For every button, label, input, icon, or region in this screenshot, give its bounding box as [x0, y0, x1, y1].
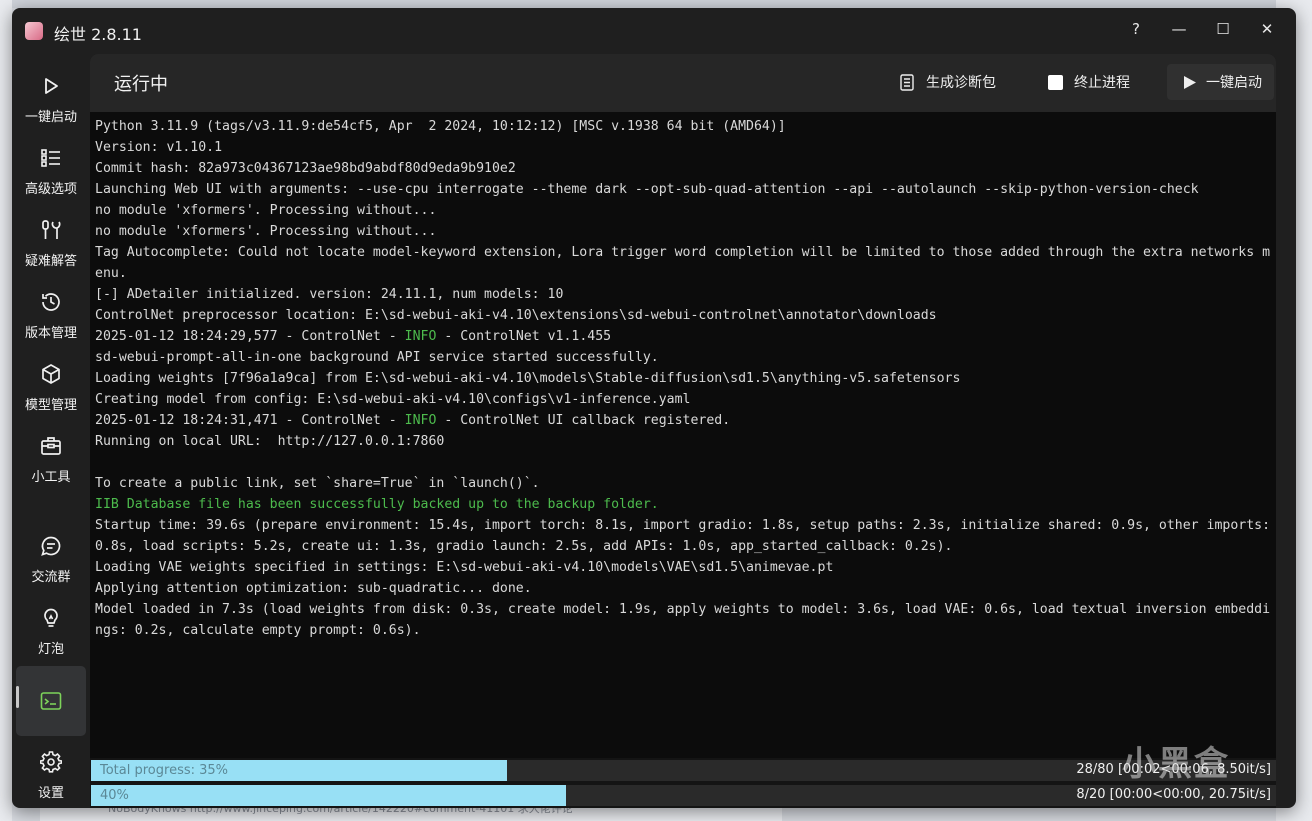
sidebar-item-label: 小工具 — [31, 470, 71, 485]
console-line: Version: v1.10.1 — [95, 140, 223, 155]
desktop-background-top — [0, 0, 1312, 8]
sidebar-item-label: 高级选项 — [24, 182, 77, 197]
sidebar-item-versions[interactable]: 版本管理 — [16, 282, 86, 348]
console-line: Model loaded in 7.3s (load weights from … — [95, 602, 1271, 638]
launch-label: 一键启动 — [1206, 75, 1262, 91]
console-line: no module 'xformers'. Processing without… — [95, 203, 437, 218]
list-settings-icon — [39, 146, 63, 170]
console-line: IIB Database file has been successfully … — [95, 497, 659, 512]
console-line: Commit hash: 82a973c04367123ae98bd9abdf8… — [95, 161, 516, 176]
stop-process-checkbox[interactable] — [1048, 74, 1063, 90]
current-progress-bar: 40% 8/20 [00:00<00:00, 20.75it/s] — [91, 785, 1276, 806]
sidebar-item-console[interactable] — [16, 666, 86, 736]
sidebar-item-launch[interactable]: 一键启动 — [16, 66, 86, 132]
document-icon — [900, 73, 914, 91]
current-progress-label: 40% — [100, 788, 129, 803]
launch-button[interactable]: 一键启动 — [1167, 64, 1274, 100]
console-line: ControlNet preprocessor location: E:\sd-… — [95, 308, 937, 323]
sidebar-item-troubleshoot[interactable]: 疑难解答 — [16, 210, 86, 276]
total-progress-label: Total progress: 35% — [100, 763, 229, 778]
current-progress-stats: 8/20 [00:00<00:00, 20.75it/s] — [1076, 787, 1271, 802]
lightbulb-icon — [39, 606, 63, 630]
sidebar-item-label: 模型管理 — [24, 398, 77, 413]
sidebar-item-label: 灯泡 — [37, 642, 64, 657]
console-output[interactable]: Python 3.11.9 (tags/v3.11.9:de54cf5, Apr… — [90, 112, 1276, 758]
page-title: 运行中 — [114, 74, 168, 95]
console-text: Python 3.11.9 (tags/v3.11.9:de54cf5, Apr… — [95, 116, 1271, 641]
sidebar-item-tools[interactable]: 小工具 — [16, 426, 86, 492]
app-window: 绘世 2.8.11 ? — ☐ ✕ 一键启动 高级选项 疑难解答 版本管理 模型… — [12, 8, 1296, 808]
console-line: 2025-01-12 18:24:31,471 - ControlNet - I… — [95, 413, 731, 428]
sidebar-item-label: 一键启动 — [24, 110, 77, 125]
app-logo-icon — [25, 22, 43, 40]
sidebar-item-community[interactable]: 交流群 — [16, 526, 86, 592]
maximize-button[interactable]: ☐ — [1206, 14, 1240, 44]
diagnostic-label: 生成诊断包 — [926, 75, 996, 91]
terminal-icon — [39, 689, 63, 713]
chat-icon — [39, 534, 63, 558]
gear-icon — [39, 750, 63, 774]
log-level-info: INFO — [404, 413, 437, 428]
console-line: [-] ADetailer initialized. version: 24.1… — [95, 287, 564, 302]
console-line: Creating model from config: E:\sd-webui-… — [95, 392, 691, 407]
minimize-button[interactable]: — — [1162, 14, 1196, 44]
stop-process-toggle[interactable]: 终止进程 — [1048, 64, 1130, 100]
sidebar-item-label: 设置 — [37, 786, 64, 801]
console-line: 2025-01-12 18:24:29,577 - ControlNet - I… — [95, 329, 612, 344]
sidebar-item-advanced[interactable]: 高级选项 — [16, 138, 86, 204]
total-progress-bar: Total progress: 35% 28/80 [00:02<00:06, … — [91, 760, 1276, 781]
diagnostic-button[interactable]: 生成诊断包 — [900, 64, 996, 100]
console-line: sd-webui-prompt-all-in-one background AP… — [95, 350, 659, 365]
console-line: Loading VAE weights specified in setting… — [95, 560, 834, 575]
console-line: Python 3.11.9 (tags/v3.11.9:de54cf5, Apr… — [95, 119, 786, 134]
console-line: Launching Web UI with arguments: --use-c… — [95, 182, 1199, 197]
sidebar-item-settings[interactable]: 设置 — [16, 742, 86, 808]
help-button[interactable]: ? — [1119, 14, 1153, 44]
sidebar: 一键启动 高级选项 疑难解答 版本管理 模型管理 小工具 交流群 灯泡 设置 — [12, 54, 90, 808]
toolbox-icon — [39, 434, 63, 458]
console-header: 运行中 生成诊断包 终止进程 一键启动 — [90, 54, 1276, 112]
console-line: To create a public link, set `share=True… — [95, 476, 540, 491]
sidebar-item-label: 交流群 — [31, 570, 71, 585]
watermark-text: 小黑盒 — [1122, 744, 1230, 784]
close-button[interactable]: ✕ — [1250, 14, 1284, 44]
console-line: Loading weights [7f96a1a9ca] from E:\sd-… — [95, 371, 961, 386]
console-line: Applying attention optimization: sub-qua… — [95, 581, 532, 596]
sidebar-item-label: 疑难解答 — [24, 254, 77, 269]
progress-area: Total progress: 35% 28/80 [00:02<00:06, … — [90, 758, 1276, 808]
console-line: Tag Autocomplete: Could not locate model… — [95, 245, 1271, 281]
cube-icon — [39, 362, 63, 386]
log-level-info: INFO — [404, 329, 437, 344]
history-icon — [39, 290, 63, 314]
current-progress-fill — [91, 785, 566, 806]
console-line: Running on local URL: http://127.0.0.1:7… — [95, 434, 445, 449]
console-line: Startup time: 39.6s (prepare environment… — [95, 518, 1271, 554]
stop-process-label: 终止进程 — [1074, 75, 1130, 91]
sidebar-item-label: 版本管理 — [24, 326, 77, 341]
play-icon — [39, 74, 63, 98]
sidebar-item-models[interactable]: 模型管理 — [16, 354, 86, 420]
console-line: no module 'xformers'. Processing without… — [95, 224, 437, 239]
app-title: 绘世 2.8.11 — [54, 25, 142, 44]
play-icon — [1183, 75, 1197, 90]
sidebar-item-bulb[interactable]: 灯泡 — [16, 598, 86, 664]
tools-icon — [39, 218, 63, 242]
active-indicator — [16, 686, 19, 708]
main-panel: 运行中 生成诊断包 终止进程 一键启动 Python 3.11.9 (tags/… — [90, 54, 1276, 808]
desktop-background-left — [0, 0, 12, 821]
title-bar[interactable]: 绘世 2.8.11 ? — ☐ ✕ — [12, 8, 1296, 54]
